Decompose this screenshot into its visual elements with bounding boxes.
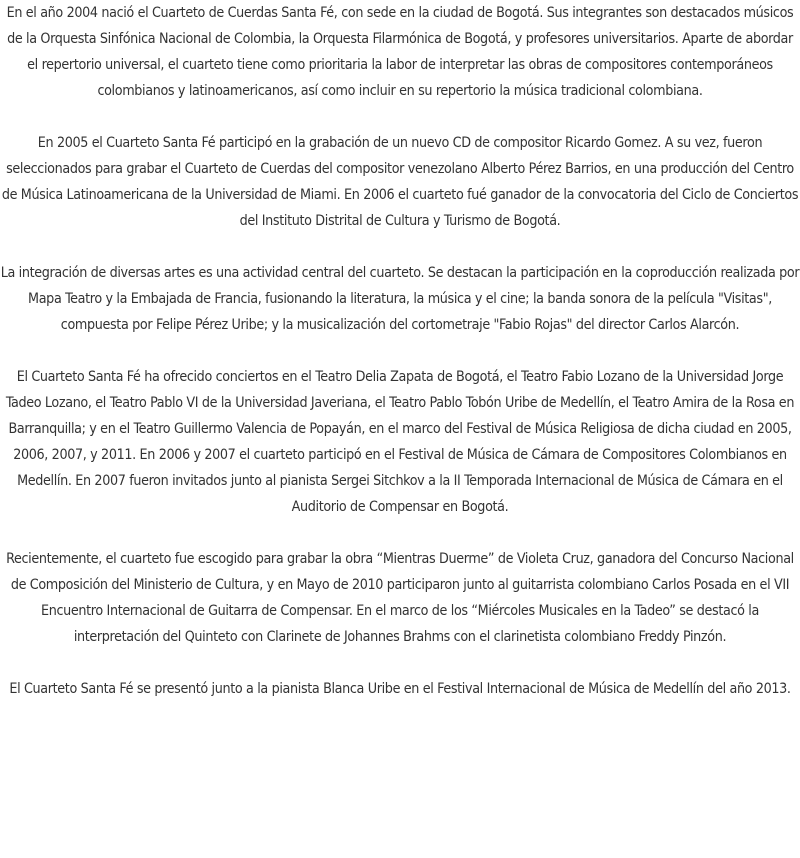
paragraph-recordings-2005: En 2005 el Cuarteto Santa Fé participó e… [1,135,799,229]
paragraph-medellin-2013: El Cuarteto Santa Fé se presentó junto a… [9,681,791,697]
paragraph-recent: Recientemente, el cuarteto fue escogido … [6,551,794,645]
paragraph-concerts: El Cuarteto Santa Fé ha ofrecido concier… [5,369,795,515]
paragraph-arts-integration: La integración de diversas artes es una … [0,265,800,333]
paragraph-founding: En el año 2004 nació el Cuarteto de Cuer… [6,5,794,99]
biography-text: En el año 2004 nació el Cuarteto de Cuer… [0,0,800,702]
